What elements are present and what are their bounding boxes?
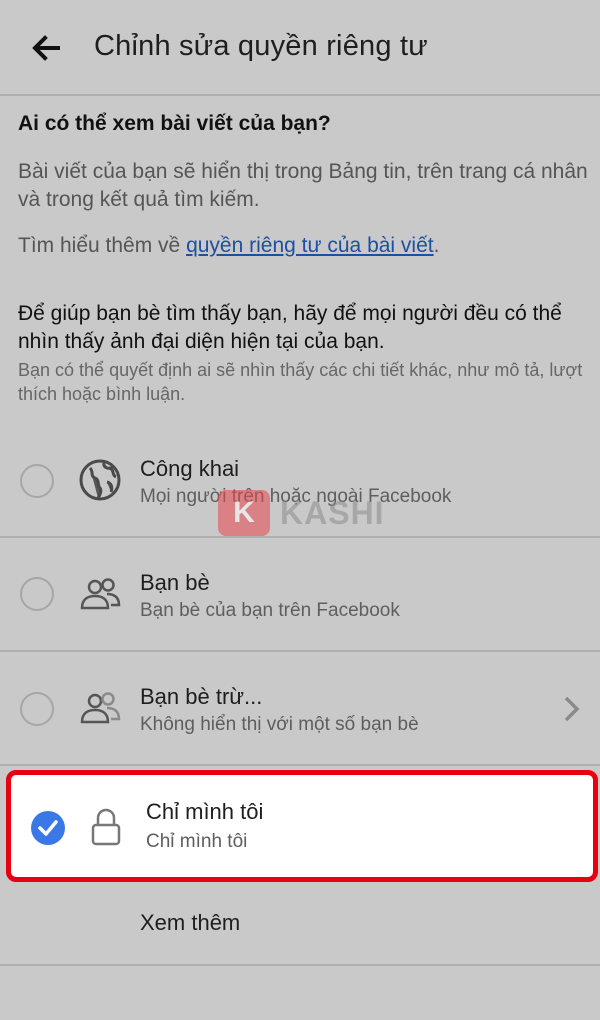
option-friends-except[interactable]: Bạn bè trừ... Không hiển thị với một số … <box>0 654 600 766</box>
radio-friends-except[interactable] <box>20 692 54 726</box>
page-title: Chỉnh sửa quyền riêng tư <box>94 30 428 62</box>
see-more-button[interactable]: Xem thêm <box>140 910 240 936</box>
bottom-divider <box>0 964 600 966</box>
header-divider <box>0 94 600 96</box>
option-subtitle: Không hiển thị với một số bạn bè <box>140 714 419 735</box>
watermark-logo: K KASHI <box>218 490 385 536</box>
profile-photo-hint-title: Để giúp bạn bè tìm thấy bạn, hãy để mọi … <box>18 302 562 353</box>
option-subtitle: Chỉ mình tôi <box>146 831 248 852</box>
option-title: Chỉ mình tôi <box>146 799 264 824</box>
learn-more-prefix: Tìm hiểu thêm về <box>18 234 187 257</box>
option-title: Bạn bè trừ... <box>140 684 263 709</box>
back-arrow-icon[interactable] <box>28 30 64 66</box>
option-divider <box>0 764 600 766</box>
audience-question: Ai có thể xem bài viết của bạn? <box>18 112 331 135</box>
post-privacy-link[interactable]: quyền riêng tư của bài viết <box>186 234 434 257</box>
watermark-text: KASHI <box>280 494 385 531</box>
globe-icon <box>79 459 121 501</box>
audience-description: Bài viết của bạn sẽ hiển thị trong Bảng … <box>18 160 588 211</box>
selected-check-icon[interactable] <box>31 811 65 845</box>
option-friends[interactable]: Bạn bè Bạn bè của bạn trên Facebook <box>0 540 600 652</box>
learn-more-line: Tìm hiểu thêm về quyền riêng tư của bài … <box>18 234 439 258</box>
watermark-badge: K <box>218 490 270 536</box>
radio-public[interactable] <box>20 464 54 498</box>
option-title: Công khai <box>140 456 240 481</box>
friends-icon <box>80 578 121 610</box>
learn-more-suffix: . <box>433 234 440 257</box>
option-title: Bạn bè <box>140 570 210 595</box>
app-header: Chỉnh sửa quyền riêng tư <box>0 0 600 96</box>
option-divider <box>0 650 600 652</box>
friends-except-icon <box>80 692 121 724</box>
chevron-right-icon[interactable] <box>560 694 584 724</box>
option-subtitle: Bạn bè của bạn trên Facebook <box>140 600 400 621</box>
lock-icon <box>91 808 121 846</box>
radio-friends[interactable] <box>20 577 54 611</box>
option-only-me[interactable]: Chỉ mình tôi Chỉ mình tôi <box>6 770 598 882</box>
profile-photo-hint-subtitle: Bạn có thể quyết định ai sẽ nhìn thấy cá… <box>18 360 583 404</box>
option-divider <box>0 536 600 538</box>
